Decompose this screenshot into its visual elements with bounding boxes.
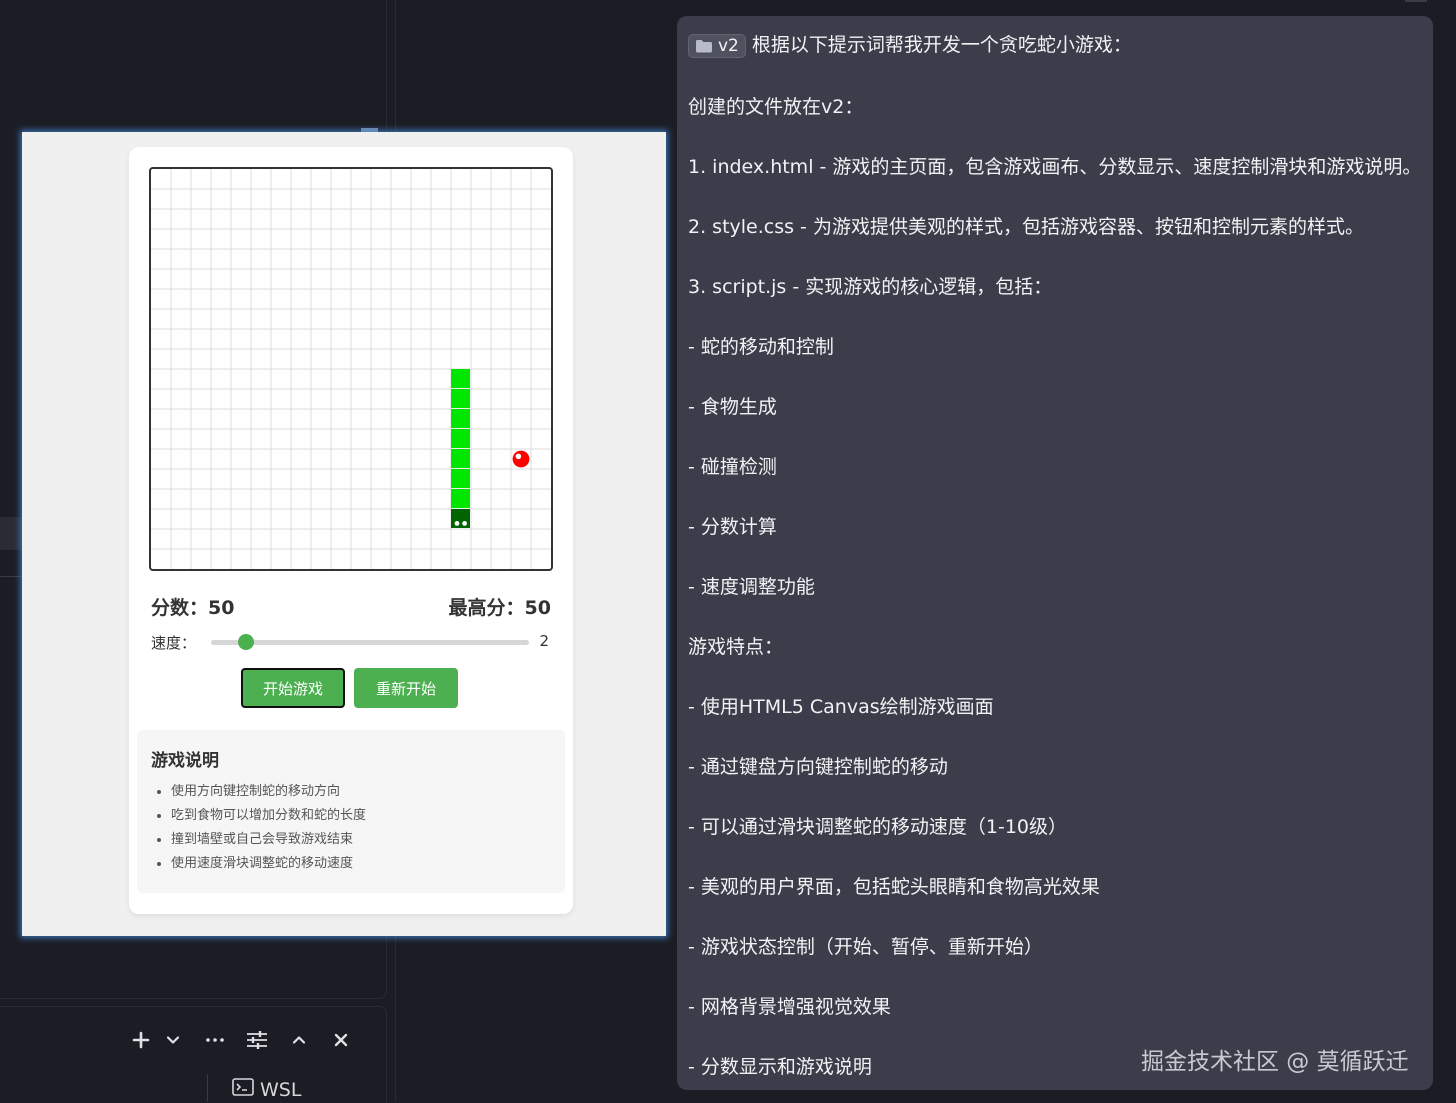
terminal-tab-wsl[interactable]: WSL bbox=[232, 1078, 301, 1101]
chat-line: - 美观的用户界面，包括蛇头眼睛和食物高光效果 bbox=[688, 876, 1100, 898]
snake-eye bbox=[462, 521, 467, 526]
chat-line: - 通过键盘方向键控制蛇的移动 bbox=[688, 756, 948, 778]
chat-line: 1. index.html - 游戏的主页面，包含游戏画布、分数显示、速度控制滑… bbox=[688, 156, 1422, 178]
chat-line: - 食物生成 bbox=[688, 396, 777, 418]
snake-eye bbox=[454, 521, 460, 526]
speed-value: 2 bbox=[539, 632, 549, 650]
chat-line-prompt: v2 根据以下提示词帮我开发一个贪吃蛇小游戏： bbox=[688, 30, 1132, 58]
left-panel-divider bbox=[0, 576, 22, 577]
chat-line: - 使用HTML5 Canvas绘制游戏画面 bbox=[688, 696, 994, 718]
snake-segment bbox=[451, 389, 470, 408]
snake-segment bbox=[451, 369, 470, 388]
chat-text: 根据以下提示词帮我开发一个贪吃蛇小游戏： bbox=[751, 34, 1132, 56]
instruction-item: 使用方向键控制蛇的移动方向 bbox=[171, 780, 366, 804]
speed-slider[interactable] bbox=[211, 634, 529, 650]
chat-message-panel: v2 根据以下提示词帮我开发一个贪吃蛇小游戏： 创建的文件放在v2： 1. in… bbox=[677, 16, 1433, 1090]
chat-line: - 蛇的移动和控制 bbox=[688, 336, 834, 358]
instruction-item: 撞到墙壁或自己会导致游戏结束 bbox=[171, 828, 366, 852]
chat-line: - 网格背景增强视觉效果 bbox=[688, 996, 891, 1018]
instructions-panel: 游戏说明 使用方向键控制蛇的移动方向 吃到食物可以增加分数和蛇的长度 撞到墙壁或… bbox=[137, 730, 565, 893]
close-icon[interactable] bbox=[330, 1026, 352, 1054]
more-icon[interactable] bbox=[204, 1026, 226, 1054]
game-container: 分数：50 最高分：50 速度： 2 开始游戏 重新开始 游戏说明 使用方向键控… bbox=[129, 147, 573, 914]
terminal-toolbar bbox=[130, 1026, 372, 1054]
folder-chip-label: v2 bbox=[718, 35, 739, 56]
snake-segment bbox=[451, 469, 470, 488]
speed-label: 速度： bbox=[151, 634, 197, 652]
instructions-title: 游戏说明 bbox=[151, 751, 219, 771]
chat-line: - 分数显示和游戏说明 bbox=[688, 1056, 872, 1078]
terminal-panel bbox=[0, 1006, 387, 1103]
watermark: 掘金技术社区 @ 莫循跃迁 bbox=[1141, 1049, 1409, 1075]
restart-button[interactable]: 重新开始 bbox=[354, 668, 458, 708]
chat-line: - 速度调整功能 bbox=[688, 576, 815, 598]
chat-line: 3. script.js - 实现游戏的核心逻辑，包括： bbox=[688, 276, 1053, 298]
chat-line: - 游戏状态控制（开始、暂停、重新开始） bbox=[688, 936, 1043, 958]
snake-segment bbox=[451, 409, 470, 428]
chat-line: - 可以通过滑块调整蛇的移动速度（1-10级） bbox=[688, 816, 1068, 838]
snake-segment bbox=[451, 489, 470, 508]
scrollbar-indicator[interactable] bbox=[1405, 0, 1427, 2]
chevron-down-icon[interactable] bbox=[162, 1026, 184, 1054]
chevron-up-icon[interactable] bbox=[288, 1026, 310, 1054]
food bbox=[512, 450, 530, 468]
instructions-list: 使用方向键控制蛇的移动方向 吃到食物可以增加分数和蛇的长度 撞到墙壁或自己会导致… bbox=[151, 780, 366, 876]
plus-icon[interactable] bbox=[130, 1026, 152, 1054]
chat-line: - 碰撞检测 bbox=[688, 456, 777, 478]
snake-head bbox=[451, 509, 470, 528]
chat-line: 游戏特点： bbox=[688, 636, 784, 658]
instruction-item: 使用速度滑块调整蛇的移动速度 bbox=[171, 852, 366, 876]
score-display: 分数：50 bbox=[151, 597, 235, 619]
snake-segment bbox=[451, 429, 470, 448]
chat-line: - 分数计算 bbox=[688, 516, 777, 538]
game-buttons: 开始游戏 重新开始 bbox=[241, 668, 458, 708]
chat-line: 2. style.css - 为游戏提供美观的样式，包括游戏容器、按钮和控制元素… bbox=[688, 216, 1364, 238]
terminal-tab-label: WSL bbox=[260, 1078, 302, 1101]
snake-segment bbox=[451, 449, 470, 468]
game-preview-window: 分数：50 最高分：50 速度： 2 开始游戏 重新开始 游戏说明 使用方向键控… bbox=[22, 132, 666, 936]
instruction-item: 吃到食物可以增加分数和蛇的长度 bbox=[171, 804, 366, 828]
food-highlight bbox=[515, 453, 522, 460]
chat-line: 创建的文件放在v2： bbox=[688, 96, 864, 118]
sliders-icon[interactable] bbox=[246, 1026, 268, 1054]
terminal-icon bbox=[232, 1078, 254, 1101]
left-panel-tab[interactable] bbox=[0, 517, 22, 550]
folder-icon bbox=[695, 39, 713, 53]
game-canvas[interactable] bbox=[149, 167, 553, 571]
terminal-tab-divider bbox=[207, 1074, 208, 1102]
start-game-button[interactable]: 开始游戏 bbox=[241, 668, 345, 708]
game-board-svg bbox=[151, 169, 551, 569]
speed-control: 速度： 2 bbox=[151, 632, 551, 654]
speed-slider-thumb[interactable] bbox=[238, 634, 255, 650]
high-score-display: 最高分：50 bbox=[448, 597, 551, 619]
score-row: 分数：50 最高分：50 bbox=[151, 593, 551, 619]
folder-chip[interactable]: v2 bbox=[688, 33, 746, 58]
